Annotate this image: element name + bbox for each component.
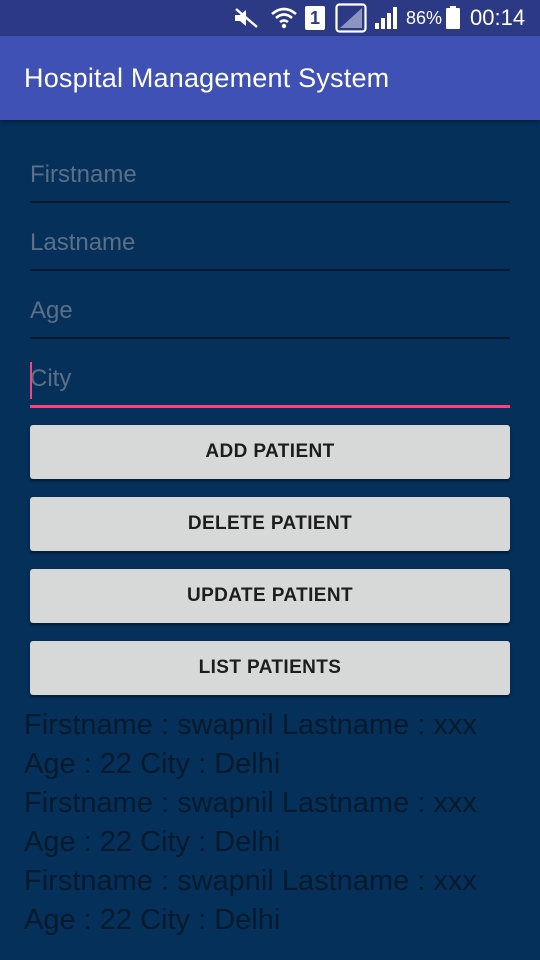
no-signal-icon [334,0,368,36]
list-patients-button[interactable]: LIST PATIENTS [30,641,510,695]
firstname-field[interactable] [30,149,510,203]
wifi-icon [268,0,300,36]
delete-patient-button[interactable]: DELETE PATIENT [30,497,510,551]
sim-slot-label: 1 [305,6,325,30]
patient-list-output: Firstname : swapnil Lastname : xxx Age :… [24,706,524,938]
patient-entry: Firstname : swapnil Lastname : xxx Age :… [24,709,477,780]
mute-icon [232,0,260,36]
clock: 00:14 [470,5,526,30]
app-bar: Hospital Management System [0,36,540,120]
age-field[interactable] [30,285,510,339]
lastname-field[interactable] [30,217,510,271]
text-cursor [30,362,32,399]
city-field[interactable] [30,353,510,408]
app-title: Hospital Management System [24,63,390,93]
update-patient-button[interactable]: UPDATE PATIENT [30,569,510,623]
battery-percent: 86% [406,8,443,28]
battery-icon [444,0,462,36]
status-bar: 1 86% 00:14 [0,0,540,36]
signal-icon [372,0,402,36]
sim-icon: 1 [304,0,326,36]
add-patient-button[interactable]: ADD PATIENT [30,425,510,479]
patient-entry: Firstname : swapnil Lastname : xxx Age :… [24,865,477,936]
patient-entry: Firstname : swapnil Lastname : xxx Age :… [24,787,477,858]
